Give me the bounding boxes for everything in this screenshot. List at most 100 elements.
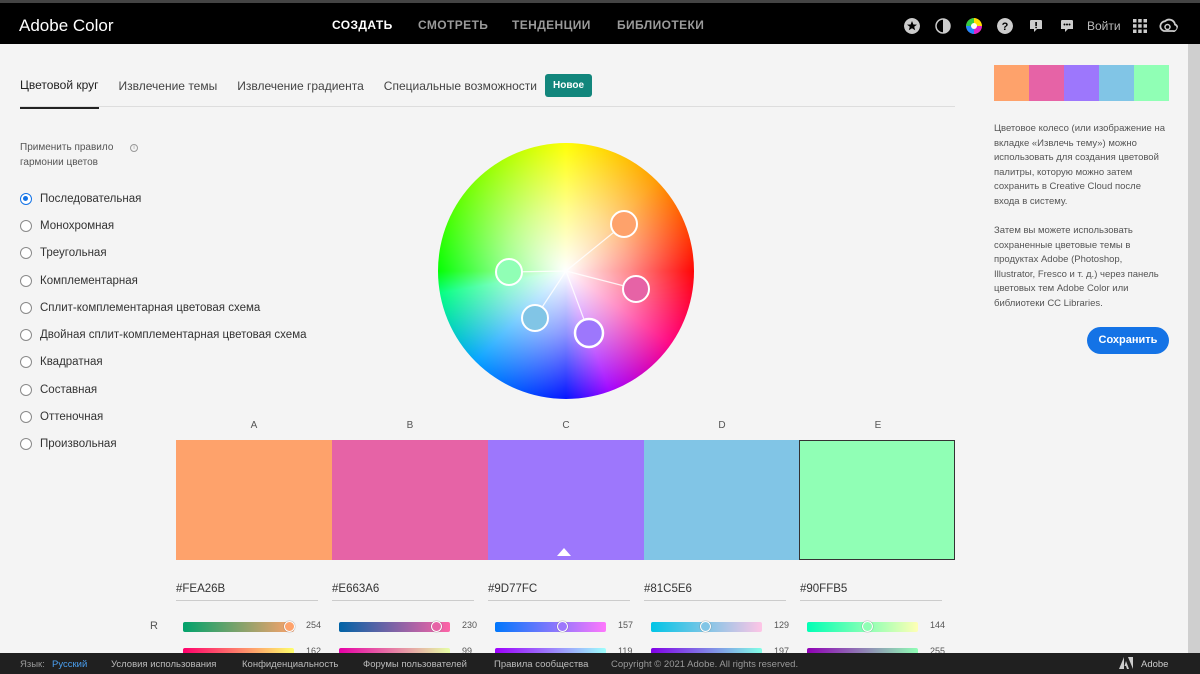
color-handle-c[interactable] <box>573 317 605 349</box>
sidebar-description: Цветовое колесо (или изображение на вкла… <box>994 123 1166 207</box>
nav-libraries[interactable]: БИБЛИОТЕКИ <box>617 18 704 32</box>
color-handle-a[interactable] <box>610 210 638 238</box>
red-slider-e[interactable] <box>807 621 918 632</box>
radio-button[interactable] <box>20 383 32 396</box>
radio-button[interactable] <box>20 356 32 369</box>
help-icon[interactable]: ? <box>997 18 1013 34</box>
tabs-divider <box>20 106 955 107</box>
radio-button[interactable] <box>20 329 32 342</box>
preview-swatch-d <box>1099 65 1134 101</box>
tab-extract-theme[interactable]: Извлечение темы <box>119 79 218 108</box>
base-color-marker-icon <box>557 548 571 556</box>
footer-link-privacy[interactable]: Конфиденциальность <box>242 659 338 670</box>
green-value-b[interactable]: 99 <box>462 646 472 653</box>
red-value-a[interactable]: 254 <box>306 620 321 630</box>
green-value-d[interactable]: 197 <box>774 646 789 653</box>
swatch-letter: C <box>562 420 570 431</box>
nav-explore[interactable]: СМОТРЕТЬ <box>418 18 488 32</box>
nav-create[interactable]: СОЗДАТЬ <box>332 18 393 32</box>
chat-icon[interactable] <box>1059 18 1075 34</box>
rule-analogous[interactable]: Последовательная <box>20 185 307 212</box>
hex-field-d[interactable]: #81C5E6 <box>644 583 786 601</box>
rule-compound[interactable]: Составная <box>20 376 307 403</box>
color-wheel-icon[interactable] <box>966 18 982 34</box>
swatch-letter: D <box>718 420 726 431</box>
rule-label: Составная <box>40 383 98 396</box>
preview-swatch-a <box>994 65 1029 101</box>
tab-color-wheel[interactable]: Цветовой круг <box>20 78 99 109</box>
slider-knob[interactable] <box>557 621 568 632</box>
hex-field-c[interactable]: #9D77FC <box>488 583 630 601</box>
green-value-e[interactable]: 255 <box>930 646 945 653</box>
rule-triad[interactable]: Треугольная <box>20 240 307 267</box>
language-selector[interactable]: Русский <box>52 659 87 670</box>
green-value-c[interactable]: 119 <box>618 646 632 653</box>
radio-button[interactable] <box>20 247 32 260</box>
tab-accessibility[interactable]: Специальные возможности <box>384 79 537 108</box>
apps-grid-icon[interactable] <box>1132 18 1148 34</box>
color-swatch-b[interactable] <box>332 440 488 560</box>
hex-field-e[interactable]: #90FFB5 <box>800 583 942 601</box>
app-logo[interactable]: Adobe Color <box>19 16 114 36</box>
preview-swatch-c <box>1064 65 1099 101</box>
slider-knob[interactable] <box>431 621 442 632</box>
footer-link-guidelines[interactable]: Правила сообщества <box>494 659 588 670</box>
green-value-a[interactable]: 162 <box>306 646 321 653</box>
scrollbar[interactable] <box>1188 44 1200 653</box>
creative-cloud-icon[interactable] <box>1158 18 1178 34</box>
radio-button[interactable] <box>20 411 32 424</box>
color-handle-d[interactable] <box>521 304 549 332</box>
alert-icon[interactable] <box>1028 18 1044 34</box>
red-value-c[interactable]: 157 <box>618 620 633 630</box>
login-link[interactable]: Войти <box>1087 19 1121 33</box>
color-swatch-a[interactable] <box>176 440 332 560</box>
color-swatch-e[interactable] <box>799 440 955 560</box>
tab-extract-gradient[interactable]: Извлечение градиента <box>237 79 364 108</box>
info-icon[interactable]: i <box>130 144 138 152</box>
adobe-logo-icon <box>1119 657 1133 669</box>
radio-button[interactable] <box>20 438 32 451</box>
rule-square[interactable]: Квадратная <box>20 349 307 376</box>
swatch-letter: E <box>874 420 882 431</box>
radio-button[interactable] <box>20 192 32 205</box>
color-swatch-c[interactable] <box>488 440 644 560</box>
color-handle-e[interactable] <box>495 258 523 286</box>
swatch-letter: A <box>250 420 258 431</box>
swatch-letter: B <box>406 420 414 431</box>
nav-trends[interactable]: ТЕНДЕНЦИИ <box>512 18 591 32</box>
red-slider-c[interactable] <box>495 621 606 632</box>
radio-button[interactable] <box>20 301 32 314</box>
wheel-handles <box>495 210 650 349</box>
contrast-icon[interactable] <box>935 18 951 34</box>
radio-button[interactable] <box>20 219 32 232</box>
red-channel-label: R <box>150 620 158 632</box>
red-slider-d[interactable] <box>651 621 762 632</box>
slider-knob[interactable] <box>862 621 873 632</box>
rule-label: Монохромная <box>40 219 115 232</box>
color-handle-b[interactable] <box>622 275 650 303</box>
red-slider-b[interactable] <box>339 621 450 632</box>
main-content: Цветовой круг Извлечение темы Извлечение… <box>0 44 1188 653</box>
hex-field-a[interactable]: #FEA26B <box>176 583 318 601</box>
rule-monochromatic[interactable]: Монохромная <box>20 212 307 239</box>
rule-split-complementary[interactable]: Сплит-комплементарная цветовая схема <box>20 294 307 321</box>
harmony-rule-list: Последовательная Монохромная Треугольная… <box>20 185 307 458</box>
hex-field-b[interactable]: #E663A6 <box>332 583 474 601</box>
rule-complementary[interactable]: Комплементарная <box>20 267 307 294</box>
slider-knob[interactable] <box>700 621 711 632</box>
save-button[interactable]: Сохранить <box>1087 327 1169 354</box>
footer-link-terms[interactable]: Условия использования <box>111 659 216 670</box>
rule-label: Квадратная <box>40 356 103 369</box>
red-value-e[interactable]: 144 <box>930 620 945 630</box>
footer-link-forums[interactable]: Форумы пользователей <box>363 659 467 670</box>
radio-button[interactable] <box>20 274 32 287</box>
red-value-b[interactable]: 230 <box>462 620 477 630</box>
star-icon[interactable] <box>904 18 920 34</box>
color-swatch-d[interactable] <box>644 440 800 560</box>
red-value-d[interactable]: 129 <box>774 620 789 630</box>
new-badge: Новое <box>544 74 592 97</box>
rule-double-split-complementary[interactable]: Двойная сплит-комплементарная цветовая с… <box>20 321 307 348</box>
harmony-rule-title: Применить правило гармонии цветов <box>20 142 114 168</box>
slider-knob[interactable] <box>284 621 295 632</box>
red-slider-a[interactable] <box>183 621 295 632</box>
